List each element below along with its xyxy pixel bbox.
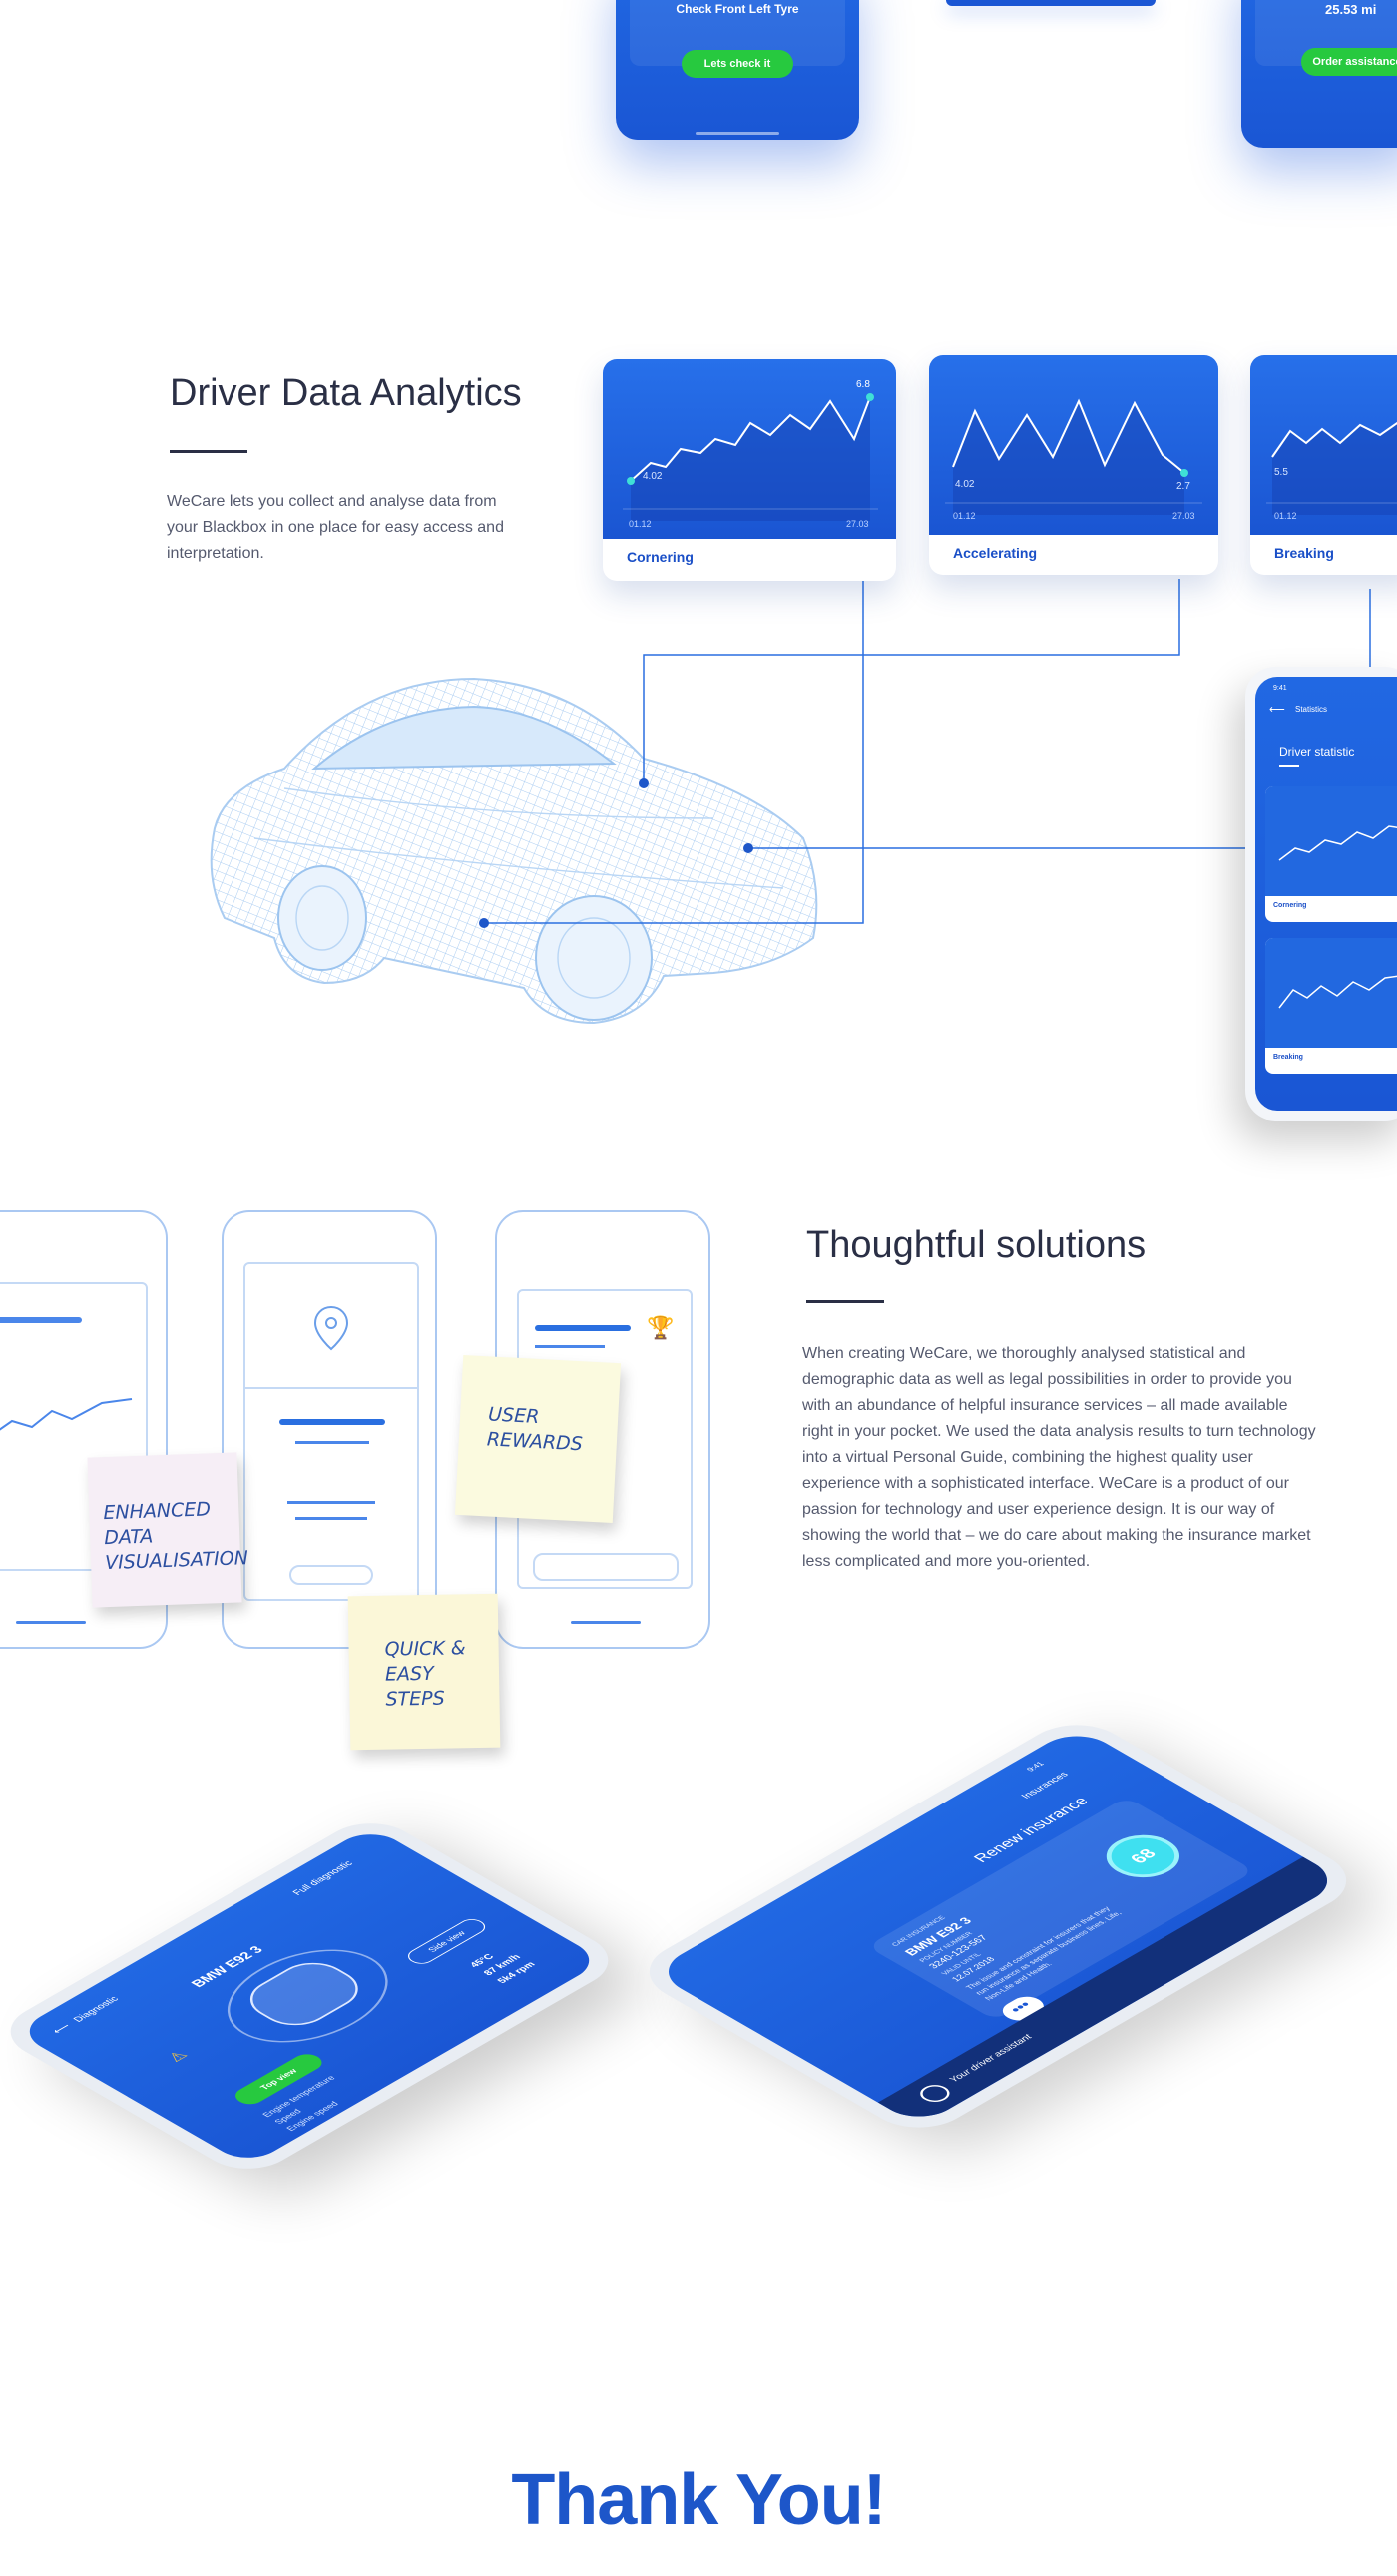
wireframe-button xyxy=(533,1553,679,1581)
diagnostic-nav-back[interactable]: Diagnostic xyxy=(72,1995,122,2024)
insurance-card[interactable]: CAR INSURANCE BMW E92 3 POLICY NUMBER 32… xyxy=(866,1797,1255,2021)
cornering-end-value: 6.8 xyxy=(856,379,870,390)
statistics-phone: 9:41 ⟵ Statistics Driver statistic Corne… xyxy=(1245,667,1397,1121)
diagnostic-phone: ⟵ Diagnostic Full diagnostic BMW E92 3 ⚠… xyxy=(0,1687,698,2266)
status-time: 9:41 xyxy=(1024,1760,1047,1773)
heading-underline xyxy=(1279,765,1299,767)
breaking-label: Breaking xyxy=(1274,545,1334,561)
cornering-date-end: 27.03 xyxy=(846,519,869,529)
accelerating-start-value: 4.02 xyxy=(955,479,975,490)
trophy-icon: 🏆 xyxy=(647,1315,675,1340)
cornering-start-value: 4.02 xyxy=(643,471,663,482)
solutions-rule xyxy=(806,1300,884,1303)
cornering-label: Cornering xyxy=(627,549,694,565)
wireframe-divider xyxy=(243,1387,419,1389)
accelerating-end-value: 2.7 xyxy=(1176,481,1190,492)
wireframe-bar xyxy=(279,1419,385,1425)
full-diagnostic-link[interactable]: Full diagnostic xyxy=(291,1859,356,1896)
thank-you-heading: Thank You! xyxy=(511,2460,886,2540)
accelerating-line-chart xyxy=(945,398,1202,515)
accelerating-date-start: 01.12 xyxy=(953,511,976,521)
score-value: 68 xyxy=(1126,1845,1161,1866)
statistics-screen: 9:41 ⟵ Statistics Driver statistic Corne… xyxy=(1255,677,1397,1111)
insurance-screen: 9:41 Insurances Renew insurance CAR INSU… xyxy=(651,1726,1345,2127)
breaking-line-chart xyxy=(1266,421,1397,515)
chart-card-cornering[interactable]: 4.02 6.8 01.12 27.03 Cornering xyxy=(603,359,896,581)
accelerating-date-end: 27.03 xyxy=(1172,511,1195,521)
cornering-date-start: 01.12 xyxy=(629,519,652,529)
accelerating-label: Accelerating xyxy=(953,545,1038,561)
score-badge: 68 xyxy=(1091,1826,1195,1886)
wireframe-line xyxy=(287,1501,375,1504)
cornering-plot: 4.02 6.8 01.12 27.03 xyxy=(603,359,896,539)
home-indicator xyxy=(571,1621,641,1624)
chart-card-accelerating[interactable]: 4.02 2.7 01.12 27.03 Accelerating xyxy=(929,355,1218,575)
wireframe-phone-location xyxy=(222,1210,437,1649)
warning-icon: ⚠ xyxy=(164,2048,192,2065)
mini-cornering-chart xyxy=(1265,786,1397,896)
sticky-note-enhanced: ENHANCED DATA VISUALISATION xyxy=(87,1452,248,1608)
stat-card-breaking-label: Breaking xyxy=(1273,1054,1303,1061)
stat-card-cornering[interactable]: Cornering xyxy=(1265,786,1397,922)
location-pin-icon xyxy=(313,1305,349,1351)
home-indicator xyxy=(16,1621,86,1624)
accelerating-plot: 4.02 2.7 01.12 27.03 xyxy=(929,355,1218,535)
wireframe-bar xyxy=(535,1325,631,1331)
back-arrow-icon[interactable]: ⟵ xyxy=(1269,703,1285,716)
assistant-label: Your driver assistant xyxy=(947,2033,1035,2085)
sticky-note-rewards: USER REWARDS xyxy=(454,1354,622,1524)
back-arrow-icon[interactable]: ⟵ xyxy=(49,2022,74,2036)
stat-card-breaking[interactable]: Breaking xyxy=(1265,938,1397,1074)
wireframe-bar xyxy=(0,1317,82,1323)
mini-breaking-chart xyxy=(1265,938,1397,1048)
status-time: 9:41 xyxy=(1273,685,1287,692)
solutions-title: Thoughtful solutions xyxy=(806,1224,1147,1266)
cornering-line-chart xyxy=(623,393,878,521)
wireframe-chart-line xyxy=(0,1398,133,1431)
insurances-nav-title: Insurances xyxy=(1019,1770,1072,1801)
stat-card-cornering-label: Cornering xyxy=(1273,902,1307,909)
wireframe-line xyxy=(295,1517,367,1520)
assistant-icon xyxy=(914,2081,956,2106)
insurance-phone: 9:41 Insurances Renew insurance CAR INSU… xyxy=(627,1627,1397,2206)
wireframe-button xyxy=(289,1565,373,1585)
wireframe-line xyxy=(535,1345,605,1348)
diagnostic-screen: ⟵ Diagnostic Full diagnostic BMW E92 3 ⚠… xyxy=(14,1825,605,2167)
driver-statistic-heading: Driver statistic xyxy=(1279,745,1355,759)
chart-card-breaking[interactable]: 5.5 01.12 Breaking xyxy=(1250,355,1397,575)
solutions-description: When creating WeCare, we thoroughly anal… xyxy=(802,1345,1316,1570)
breaking-plot: 5.5 01.12 xyxy=(1250,355,1397,535)
statistics-nav-title: Statistics xyxy=(1295,705,1328,714)
breaking-start-value: 5.5 xyxy=(1274,467,1288,478)
top-view-button[interactable]: Top view xyxy=(230,2050,328,2108)
wireframe-line xyxy=(295,1441,369,1444)
breaking-date-start: 01.12 xyxy=(1274,511,1297,521)
